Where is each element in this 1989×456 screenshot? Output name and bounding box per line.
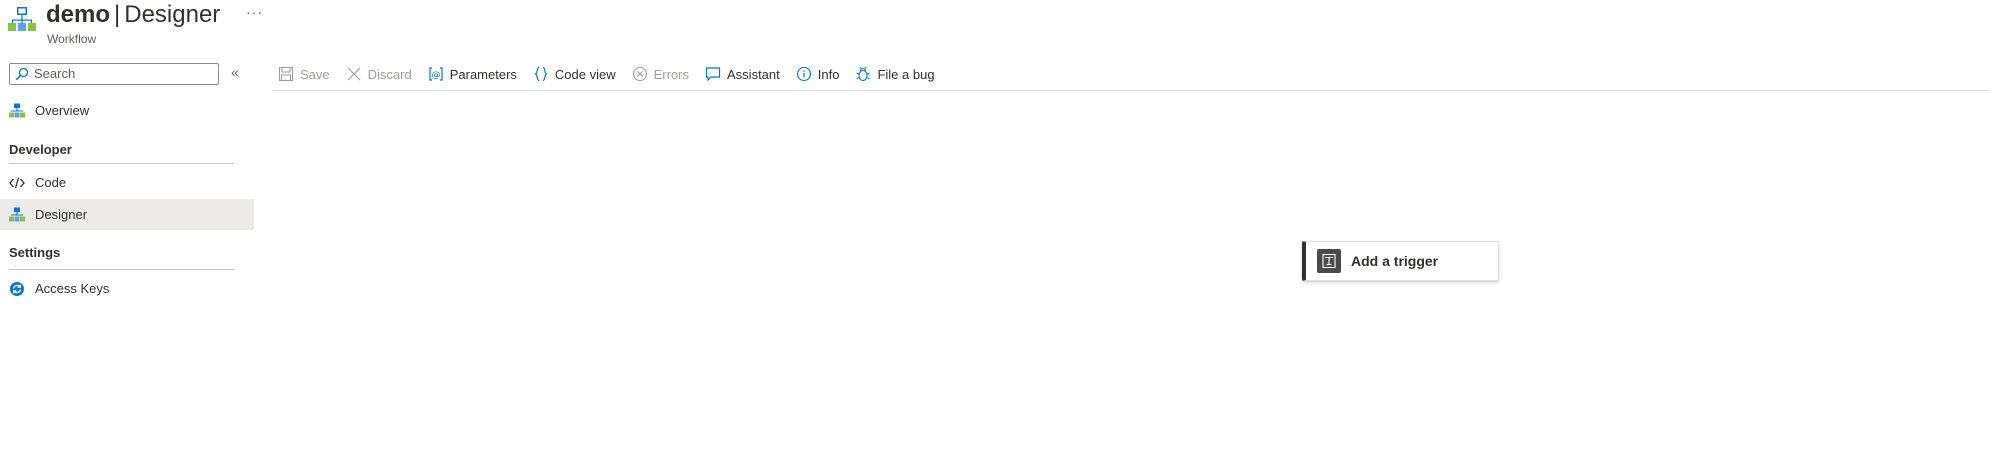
close-icon: [346, 66, 362, 82]
sidebar-item-label: Overview: [35, 103, 90, 118]
more-options-button[interactable]: ···: [246, 4, 263, 20]
parameters-label: Parameters: [449, 66, 517, 82]
section-title-settings: Settings: [9, 245, 61, 260]
file-a-bug-button[interactable]: File a bug: [847, 60, 942, 88]
workflow-icon: [9, 207, 25, 223]
braces-icon: [533, 66, 549, 82]
save-button[interactable]: Save: [270, 60, 338, 88]
page-name: Designer: [124, 1, 221, 28]
sidebar-item-designer[interactable]: Designer: [0, 199, 254, 230]
add-trigger-label: Add a trigger: [1351, 253, 1439, 269]
designer-canvas[interactable]: Add a trigger: [272, 91, 1989, 456]
sidebar-item-overview[interactable]: Overview: [0, 95, 254, 126]
refresh-icon: [9, 281, 25, 297]
title-separator: |: [114, 1, 121, 28]
section-title-developer: Developer: [9, 142, 72, 157]
code-icon: [9, 175, 25, 191]
logic-app-workflow-icon: [8, 6, 36, 34]
code-view-label: Code view: [554, 66, 616, 82]
svg-text:@: @: [431, 71, 440, 81]
section-divider: [9, 163, 234, 164]
chat-icon: [705, 66, 721, 82]
info-icon: [796, 66, 812, 82]
search-icon: [15, 67, 29, 81]
assistant-button[interactable]: Assistant: [697, 60, 788, 88]
search-input[interactable]: [34, 65, 210, 82]
info-button[interactable]: Info: [788, 60, 848, 88]
errors-button[interactable]: Errors: [624, 60, 697, 88]
file-a-bug-label: File a bug: [877, 66, 935, 82]
save-label: Save: [300, 66, 330, 82]
assistant-label: Assistant: [727, 66, 780, 82]
section-divider: [9, 269, 234, 270]
discard-button[interactable]: Discard: [338, 60, 420, 88]
sidebar-item-code[interactable]: Code: [0, 167, 254, 198]
errors-label: Errors: [653, 66, 690, 82]
code-view-button[interactable]: Code view: [525, 60, 624, 88]
error-circle-icon: [632, 66, 648, 82]
sidebar: « Overview Developer Code: [0, 60, 254, 456]
add-trigger-card[interactable]: Add a trigger: [1302, 241, 1499, 281]
workflow-icon: [9, 103, 25, 119]
parameters-icon: @: [428, 66, 444, 82]
sidebar-search[interactable]: [9, 63, 219, 85]
sidebar-item-label: Designer: [35, 207, 88, 222]
add-trigger-icon: [1317, 249, 1341, 273]
sidebar-item-access-keys[interactable]: Access Keys: [0, 273, 254, 304]
command-bar: Save Discard @ Parameters Code view Erro…: [270, 60, 943, 88]
bug-icon: [855, 66, 871, 82]
sidebar-item-label: Access Keys: [35, 281, 110, 296]
resource-name: demo: [46, 1, 111, 28]
page-header: demo | Designer Workflow ···: [0, 0, 400, 50]
save-icon: [278, 66, 294, 82]
info-label: Info: [817, 66, 840, 82]
sidebar-item-label: Code: [35, 175, 67, 190]
page-subtitle: Workflow: [47, 32, 97, 46]
discard-label: Discard: [367, 66, 412, 82]
page-title: demo | Designer: [46, 0, 220, 30]
collapse-sidebar-button[interactable]: «: [231, 64, 239, 80]
parameters-button[interactable]: @ Parameters: [420, 60, 525, 88]
